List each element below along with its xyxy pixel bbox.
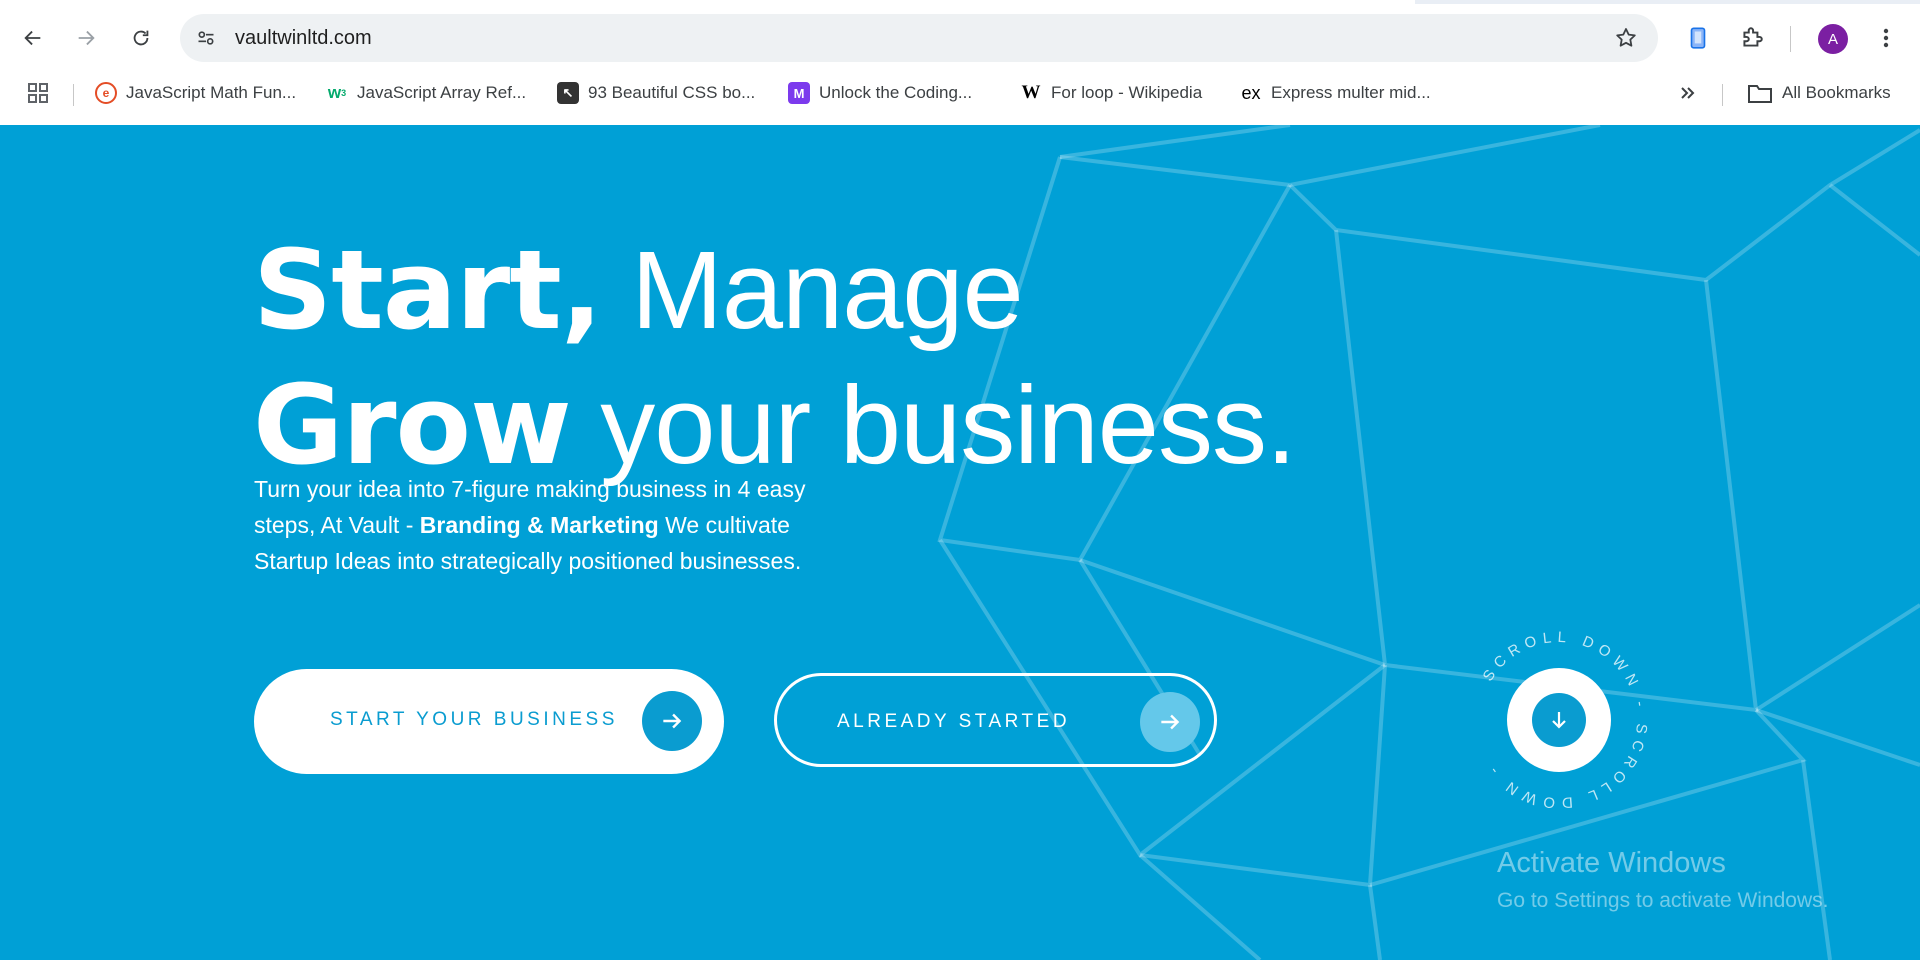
activate-windows-title: Activate Windows: [1497, 847, 1726, 879]
bookmarks-bar: e JavaScript Math Fun... w3 JavaScript A…: [0, 72, 1920, 114]
apps-grid-icon: [28, 83, 48, 103]
all-bookmarks-label: All Bookmarks: [1782, 83, 1891, 102]
headline-bold-start: Start,: [253, 226, 603, 354]
start-your-business-label: START YOUR BUSINESS: [330, 709, 618, 730]
back-button[interactable]: [15, 20, 51, 56]
bookmark-label: 93 Beautiful CSS bo...: [588, 83, 756, 102]
kebab-menu-icon: [1883, 28, 1889, 48]
bookmarks-divider: [1722, 84, 1723, 106]
folder-icon: [1748, 85, 1772, 103]
bookmark-label: JavaScript Math Fun...: [126, 83, 297, 102]
coding-icon: M: [788, 82, 810, 104]
more-bookmarks-button[interactable]: [1678, 80, 1698, 106]
arrow-right-icon: [78, 30, 95, 46]
bookmark-star-icon[interactable]: [1612, 24, 1640, 52]
bookmark-item[interactable]: W For loop - Wikipedia: [1020, 80, 1203, 106]
profile-avatar[interactable]: A: [1818, 24, 1848, 54]
headline-light-business: your business.: [570, 364, 1296, 487]
already-started-button[interactable]: ALREADY STARTED: [774, 673, 1217, 767]
tab-search-button[interactable]: [1680, 20, 1716, 56]
address-bar[interactable]: vaultwinltd.com: [180, 14, 1658, 62]
bookmarks-divider: [73, 84, 74, 106]
bookmark-item[interactable]: ↖ 93 Beautiful CSS bo...: [557, 80, 755, 106]
hero-headline: Start, Manage Grow your business.: [253, 223, 1297, 493]
arrow-down-icon: [1552, 712, 1566, 729]
reload-button[interactable]: [123, 20, 159, 56]
subtitle-bold: Branding & Marketing: [419, 512, 659, 538]
headline-line-1: Start, Manage: [253, 223, 1296, 358]
tab-strip: [0, 0, 1920, 4]
wikipedia-icon: W: [1021, 82, 1041, 103]
arrow-right-icon: [642, 691, 702, 751]
browser-chrome: vaultwinltd.com A e JavaScript Math Fun.…: [0, 0, 1920, 125]
double-chevron-right-icon: [1681, 87, 1695, 99]
menu-button[interactable]: [1868, 20, 1904, 56]
url-text[interactable]: vaultwinltd.com: [235, 27, 372, 50]
express-icon: ex: [1241, 82, 1261, 103]
bookmark-label: For loop - Wikipedia: [1051, 83, 1203, 102]
site-info-icon[interactable]: [190, 22, 222, 54]
cursor-icon: ↖: [557, 82, 579, 104]
scroll-down-button[interactable]: [1507, 668, 1611, 772]
bookmark-label: Express multer mid...: [1271, 83, 1431, 102]
activate-windows-subtitle: Go to Settings to activate Windows.: [1497, 889, 1829, 912]
headline-light-manage: Manage: [601, 229, 1024, 352]
toolbar-divider: [1790, 26, 1791, 52]
active-tab[interactable]: [0, 0, 1415, 4]
hero-subtitle: Turn your idea into 7-figure making busi…: [254, 471, 854, 579]
reload-icon: [133, 30, 149, 46]
phone-icon: [1690, 27, 1706, 49]
bookmark-item[interactable]: w3 JavaScript Array Ref...: [326, 80, 526, 106]
forward-button[interactable]: [68, 20, 104, 56]
bookmark-item[interactable]: e JavaScript Math Fun...: [95, 80, 296, 106]
arrow-left-icon: [24, 30, 41, 46]
scroll-down-indicator[interactable]: SCROLL DOWN - SCROLL DOWN -: [1459, 620, 1659, 820]
bookmark-label: JavaScript Array Ref...: [357, 83, 527, 102]
w3schools-icon: w3: [327, 83, 347, 102]
apps-button[interactable]: [26, 80, 50, 106]
hero-section: Start, Manage Grow your business. Turn y…: [0, 125, 1920, 960]
extensions-button[interactable]: [1734, 20, 1770, 56]
puzzle-icon: [1743, 27, 1763, 47]
bookmark-item[interactable]: M Unlock the Coding...: [788, 80, 972, 106]
already-started-label: ALREADY STARTED: [837, 711, 1071, 732]
arrow-right-icon: [1140, 692, 1200, 752]
dev-icon: e: [95, 82, 117, 104]
start-your-business-button[interactable]: START YOUR BUSINESS: [254, 669, 724, 774]
all-bookmarks-button[interactable]: All Bookmarks: [1747, 80, 1891, 106]
bookmark-item[interactable]: ex Express multer mid...: [1240, 80, 1431, 106]
headline-bold-grow: Grow: [253, 361, 572, 489]
bookmark-label: Unlock the Coding...: [819, 83, 973, 102]
